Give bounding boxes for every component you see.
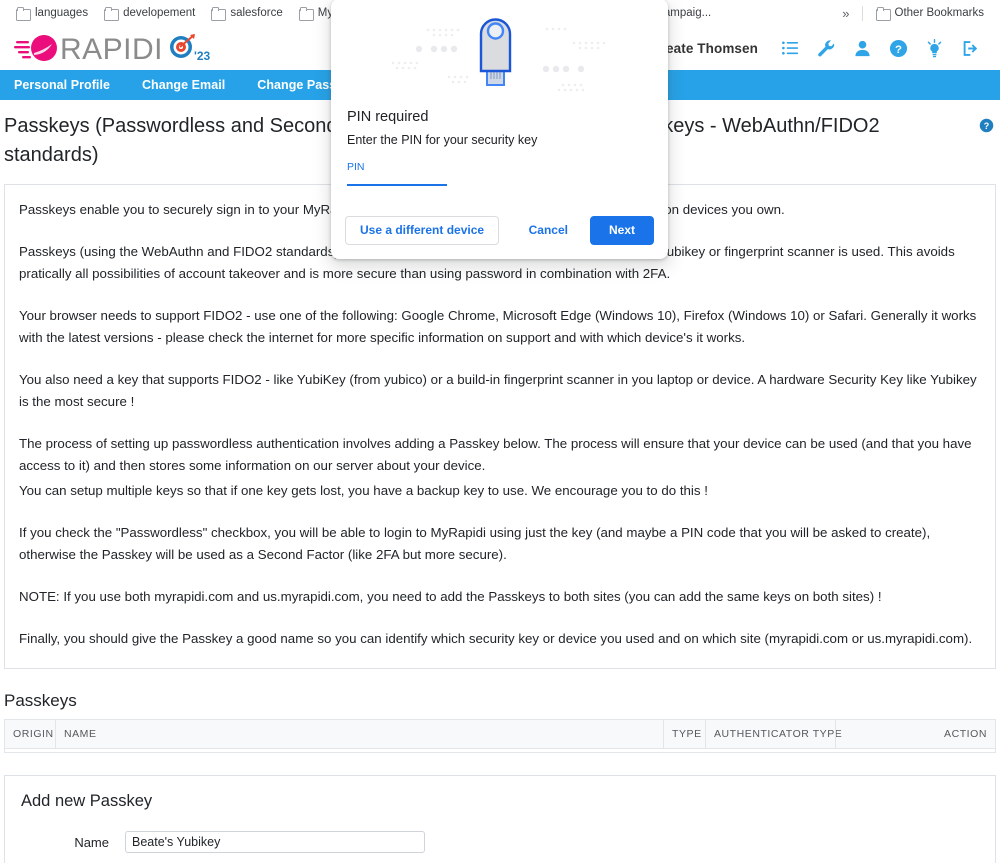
bookmark-item[interactable]: languages [8, 5, 96, 21]
help-circle-icon[interactable]: ? [889, 39, 908, 58]
column-header-origin: ORIGIN [13, 728, 54, 741]
info-paragraph: Finally, you should give the Passkey a g… [19, 631, 973, 647]
folder-icon [211, 6, 227, 21]
cancel-button[interactable]: Cancel [514, 216, 582, 245]
nav-item-personal-profile[interactable]: Personal Profile [14, 78, 126, 92]
info-paragraph: The process of setting up passwordless a… [19, 435, 972, 473]
bookmark-label: developement [123, 7, 196, 19]
nav-item-change-email[interactable]: Change Email [142, 78, 241, 92]
lightbulb-icon[interactable] [925, 39, 944, 58]
folder-icon [16, 6, 31, 21]
dialog-hero [331, 0, 668, 109]
info-paragraph: NOTE: If you use both myrapidi.com and u… [19, 589, 882, 605]
dialog-description: Enter the PIN for your security key [347, 133, 538, 147]
webauthn-pin-dialog: PIN required Enter the PIN for your secu… [331, 0, 668, 259]
help-circle-icon[interactable]: ? [979, 118, 994, 133]
rapidi-logo-svg: RAPIDI '23 [14, 33, 211, 65]
column-header-name: NAME [55, 720, 663, 749]
name-field-row: Name [21, 831, 979, 854]
svg-text:'23: '23 [194, 49, 211, 63]
column-header-action: ACTION [835, 720, 995, 749]
pin-input[interactable] [347, 184, 447, 186]
list-icon[interactable] [781, 39, 800, 58]
folder-icon [298, 6, 314, 21]
dialog-title: PIN required [347, 109, 429, 125]
info-paragraph: Your browser needs to support FIDO2 - us… [19, 307, 977, 345]
name-label: Name [74, 834, 109, 850]
user-icon[interactable] [853, 39, 872, 58]
add-passkey-card: Add new Passkey Name Passwordless Add Pa… [4, 775, 996, 863]
bookmark-item[interactable]: developement [96, 5, 203, 21]
svg-text:?: ? [984, 121, 990, 131]
column-header-authenticator-type: AUTHENTICATOR TYPE [705, 720, 842, 749]
wrench-icon[interactable] [817, 39, 836, 58]
bookmark-item[interactable]: salesforce [203, 5, 290, 21]
info-paragraph: If you check the "Passwordless" checkbox… [19, 525, 931, 563]
column-header-type: TYPE [663, 720, 705, 749]
table-header-row: ORIGIN NAME TYPE AUTHENTICATOR TYPE ACTI… [5, 720, 995, 749]
folder-icon [104, 6, 120, 21]
table-body-empty [5, 748, 995, 753]
svg-text:?: ? [895, 44, 902, 56]
bookmark-label: salesforce [230, 7, 283, 19]
bookmarks-overflow-button[interactable]: » [835, 4, 856, 23]
bookmark-label: languages [35, 7, 89, 19]
dialog-actions: Use a different device Cancel Next [331, 216, 668, 259]
passkeys-section-title: Passkeys [4, 691, 77, 711]
passkey-name-input[interactable] [125, 831, 425, 854]
rapidi-logo[interactable]: RAPIDI '23 [14, 33, 314, 65]
bookmark-other-bookmarks[interactable]: Other Bookmarks [868, 5, 992, 21]
pin-field-label: PIN [347, 161, 365, 173]
info-paragraph: You can setup multiple keys so that if o… [19, 483, 708, 499]
folder-icon [875, 6, 891, 21]
header-user-area: Beate Thomsen ? [656, 39, 986, 58]
security-key-icon [391, 18, 606, 92]
bookmarks-divider [861, 5, 863, 21]
passkeys-table: ORIGIN NAME TYPE AUTHENTICATOR TYPE ACTI… [4, 719, 996, 754]
next-button[interactable]: Next [589, 216, 654, 245]
user-name: Beate Thomsen [656, 41, 758, 56]
logout-icon[interactable] [961, 39, 980, 58]
svg-text:RAPIDI: RAPIDI [60, 33, 163, 65]
use-a-different-device-button[interactable]: Use a different device [345, 216, 500, 245]
info-paragraph: You also need a key that supports FIDO2 … [19, 371, 977, 409]
bookmark-label: Other Bookmarks [894, 7, 984, 19]
dialog-body: PIN required Enter the PIN for your secu… [331, 109, 668, 216]
add-passkey-title: Add new Passkey [21, 792, 153, 811]
